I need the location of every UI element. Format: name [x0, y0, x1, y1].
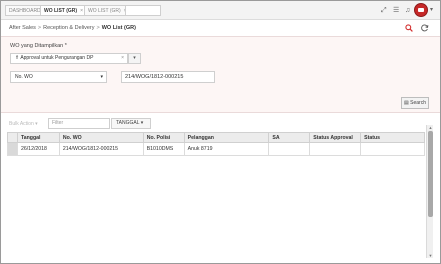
column-header-status-approval[interactable]: Status Approval [309, 132, 362, 143]
bell-icon[interactable]: ♫ [405, 6, 410, 15]
clear-icon[interactable]: × [121, 54, 124, 63]
wo-table: Tanggal No. WO No. Polisi Pelanggan SA S… [7, 132, 425, 156]
column-header-tanggal[interactable]: Tanggal [16, 132, 60, 143]
cell-no-polisi: B1010DMS [142, 142, 185, 156]
caret-down-icon[interactable]: ▾ [430, 6, 433, 13]
column-header-sa[interactable]: SA [268, 132, 311, 143]
form-label: WO yang Ditampilkan * [10, 43, 67, 49]
column-header-pelanggan[interactable]: Pelanggan [183, 132, 270, 143]
scroll-thumb[interactable] [428, 131, 433, 217]
table-header-row: Tanggal No. WO No. Polisi Pelanggan SA S… [7, 132, 425, 143]
row-select-cell[interactable] [7, 142, 18, 156]
search-icon[interactable] [405, 24, 413, 34]
breadcrumb-separator: > [37, 25, 42, 31]
cell-sa [268, 142, 311, 156]
refresh-icon[interactable] [421, 24, 429, 34]
list-icon[interactable]: ☰ [393, 6, 399, 15]
table-row[interactable]: 26/12/2018 214/WOG/1812-000215 B1010DMS … [7, 142, 425, 156]
approval-select[interactable]: ⇑ Approval untuk Pengurangan DP × [10, 53, 128, 64]
breadcrumb-item-after-sales[interactable]: After Sales [9, 25, 36, 31]
column-header-status[interactable]: Status [360, 132, 425, 143]
search-button-label: Search [410, 100, 426, 106]
bulk-action-dropdown[interactable]: Bulk Action ▾ [9, 121, 38, 127]
breadcrumb-separator: > [96, 25, 100, 31]
vertical-scrollbar[interactable]: ▲ ▼ [426, 125, 433, 258]
column-header-no-polisi[interactable]: No. Polisi [142, 132, 185, 143]
breadcrumb-item-current: WO List (GR) [101, 25, 136, 31]
tab-label: DASHBOARD [9, 8, 41, 14]
search-button[interactable]: ▤ Search [401, 97, 429, 109]
breadcrumb: After Sales > Reception & Delivery > WO List… [9, 25, 136, 31]
cell-status [360, 142, 425, 156]
close-icon[interactable]: × [80, 8, 83, 14]
top-tab-bar: DASHBOARD WO LIST (GR)× WO LIST (GR)× ⤢ … [1, 1, 440, 20]
chevron-down-icon: ▾ [100, 74, 103, 80]
cell-pelanggan: Anuk 8719 [183, 142, 270, 156]
search-button-icon: ▤ [404, 100, 409, 106]
tab-label: WO LIST (GR) [88, 8, 121, 14]
chevron-down-icon[interactable]: ▾ [128, 53, 141, 64]
avatar[interactable] [414, 3, 428, 17]
scroll-down-arrow[interactable]: ▼ [427, 253, 434, 258]
approval-select-value: Approval untuk Pengurangan DP [20, 55, 94, 61]
breadcrumb-item-reception[interactable]: Reception & Delivery [43, 25, 94, 31]
column-header-no-wo[interactable]: No. WO [58, 132, 144, 143]
tab-wo-list-active[interactable]: WO LIST (GR) × [40, 5, 87, 16]
cell-status-approval [309, 142, 362, 156]
tab-wo-list[interactable]: WO LIST (GR)× [84, 5, 131, 16]
column-header-select [7, 132, 18, 143]
wo-number-input[interactable]: 214/WOG/1812-000215 [121, 71, 215, 83]
filter-field-dropdown[interactable]: TANGGAL ▾ [111, 118, 151, 129]
filter-form: WO yang Ditampilkan * ⇑ Approval untuk P… [1, 36, 440, 113]
app-window: DASHBOARD WO LIST (GR)× WO LIST (GR)× ⤢ … [0, 0, 441, 264]
blank-tab[interactable] [125, 5, 161, 16]
expand-icon[interactable]: ⤢ [381, 6, 387, 15]
filter-input[interactable]: Filter [48, 118, 110, 129]
tab-dashboard[interactable]: DASHBOARD [5, 5, 45, 16]
field-select[interactable]: No. WO ▾ [10, 71, 107, 83]
field-select-value: No. WO [15, 74, 33, 80]
scroll-up-arrow[interactable]: ▲ [427, 125, 434, 130]
tab-label: WO LIST (GR) [44, 8, 78, 14]
cell-no-wo: 214/WOG/1812-000215 [58, 142, 144, 156]
cell-tanggal: 26/12/2018 [16, 142, 60, 156]
